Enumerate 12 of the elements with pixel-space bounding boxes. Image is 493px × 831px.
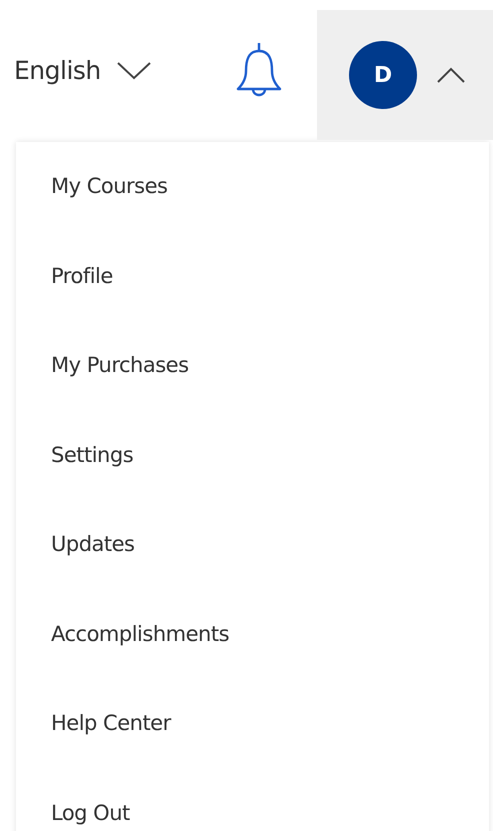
menu-item[interactable]: My Purchases xyxy=(16,321,489,410)
menu-item[interactable]: Settings xyxy=(16,410,489,500)
menu-item[interactable]: Profile xyxy=(16,232,489,321)
menu-item[interactable]: Log Out xyxy=(16,768,489,831)
menu-item[interactable]: Updates xyxy=(16,500,489,590)
avatar: D xyxy=(349,41,417,109)
menu-item[interactable]: Accomplishments xyxy=(16,590,489,679)
menu-item[interactable]: Help Center xyxy=(16,679,489,768)
account-button[interactable]: D xyxy=(317,10,493,140)
language-selector[interactable]: English xyxy=(0,0,200,142)
chevron-down-icon xyxy=(116,62,151,80)
menu-item[interactable]: My Courses xyxy=(16,142,489,232)
